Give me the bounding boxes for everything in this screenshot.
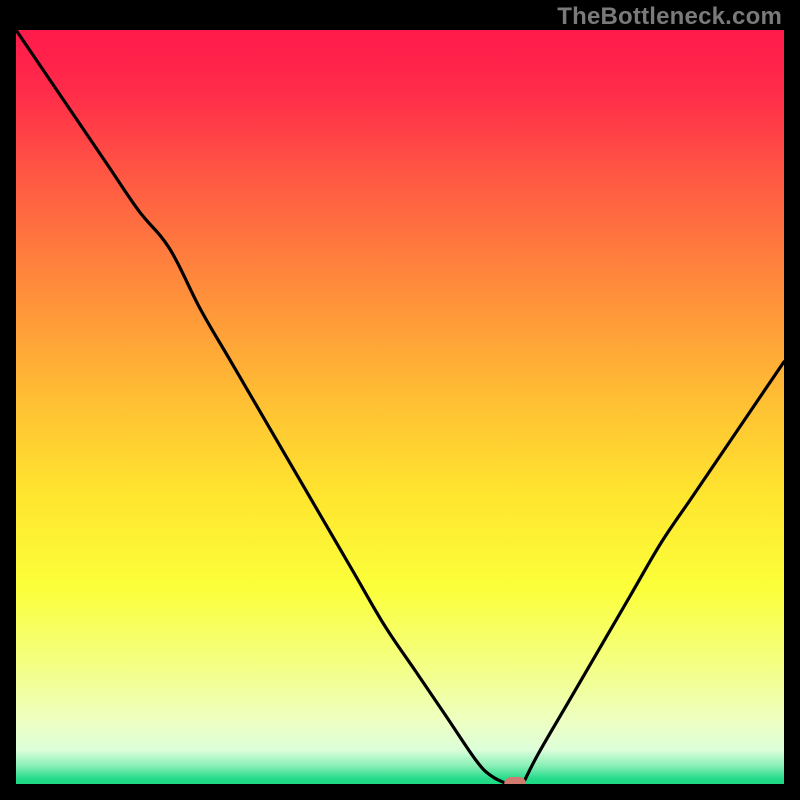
gradient-background <box>16 30 784 784</box>
bottleneck-chart <box>16 30 784 784</box>
watermark-text: TheBottleneck.com <box>557 3 782 31</box>
chart-frame: TheBottleneck.com <box>0 0 800 800</box>
